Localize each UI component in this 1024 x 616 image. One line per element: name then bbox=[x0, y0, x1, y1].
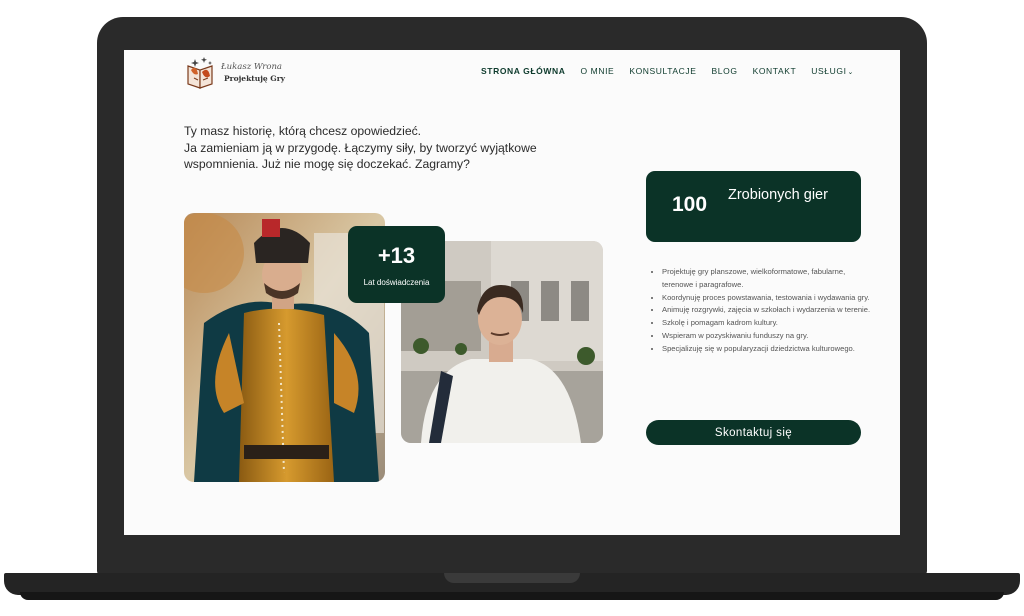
nav-blog[interactable]: BLOG bbox=[712, 66, 738, 76]
experience-value: +13 bbox=[377, 243, 416, 268]
brand-name: Łukasz Wrona bbox=[221, 62, 282, 72]
laptop-notch bbox=[444, 573, 580, 583]
experience-label: Lat doświadczenia bbox=[363, 278, 430, 287]
games-stat-box: 100 Zrobionych gier bbox=[646, 171, 861, 242]
list-item: Koordynuję proces powstawania, testowani… bbox=[662, 292, 874, 305]
intro-line-2: Ja zamieniam ją w przygodę. Łączymy siły… bbox=[184, 140, 537, 172]
services-list: Projektuję gry planszowe, wielkoformatow… bbox=[650, 266, 874, 356]
games-label: Zrobionych gier bbox=[728, 187, 828, 203]
brand-logo[interactable]: Łukasz Wrona Projektuję Gry bbox=[184, 54, 286, 90]
nav-about[interactable]: O MNIE bbox=[580, 66, 614, 76]
experience-badge: +13 Lat doświadczenia bbox=[348, 226, 445, 303]
games-count: 100 bbox=[672, 193, 708, 216]
brand-tagline: Projektuję Gry bbox=[224, 74, 286, 83]
main-navigation: STRONA GŁÓWNA O MNIE KONSULTACJE BLOG KO… bbox=[481, 66, 854, 76]
nav-consultations[interactable]: KONSULTACJE bbox=[629, 66, 696, 76]
intro-text: Ty masz historię, którą chcesz opowiedzi… bbox=[184, 123, 584, 173]
chevron-down-icon: ⌄ bbox=[847, 69, 854, 76]
list-item: Specjalizuję się w popularyzacji dziedzi… bbox=[662, 343, 874, 356]
list-item: Animuję rozgrywki, zajęcia w szkołach i … bbox=[662, 304, 874, 317]
list-item: Szkolę i pomagam kadrom kultury. bbox=[662, 317, 874, 330]
contact-button[interactable]: Skontaktuj się bbox=[646, 420, 861, 445]
intro-line-1: Ty masz historię, którą chcesz opowiedzi… bbox=[184, 124, 422, 138]
list-item: Wspieram w pozyskiwaniu funduszy na gry. bbox=[662, 330, 874, 343]
nav-services-label: USŁUGI bbox=[811, 66, 847, 76]
nav-contact[interactable]: KONTAKT bbox=[753, 66, 797, 76]
nav-services-dropdown[interactable]: USŁUGI⌄ bbox=[811, 66, 854, 76]
website-screen: Łukasz Wrona Projektuję Gry STRONA GŁÓWN… bbox=[124, 50, 900, 535]
book-dragon-logo-icon bbox=[187, 57, 213, 89]
laptop-base-shadow bbox=[20, 592, 1004, 600]
nav-home[interactable]: STRONA GŁÓWNA bbox=[481, 66, 565, 76]
list-item: Projektuję gry planszowe, wielkoformatow… bbox=[662, 266, 874, 292]
